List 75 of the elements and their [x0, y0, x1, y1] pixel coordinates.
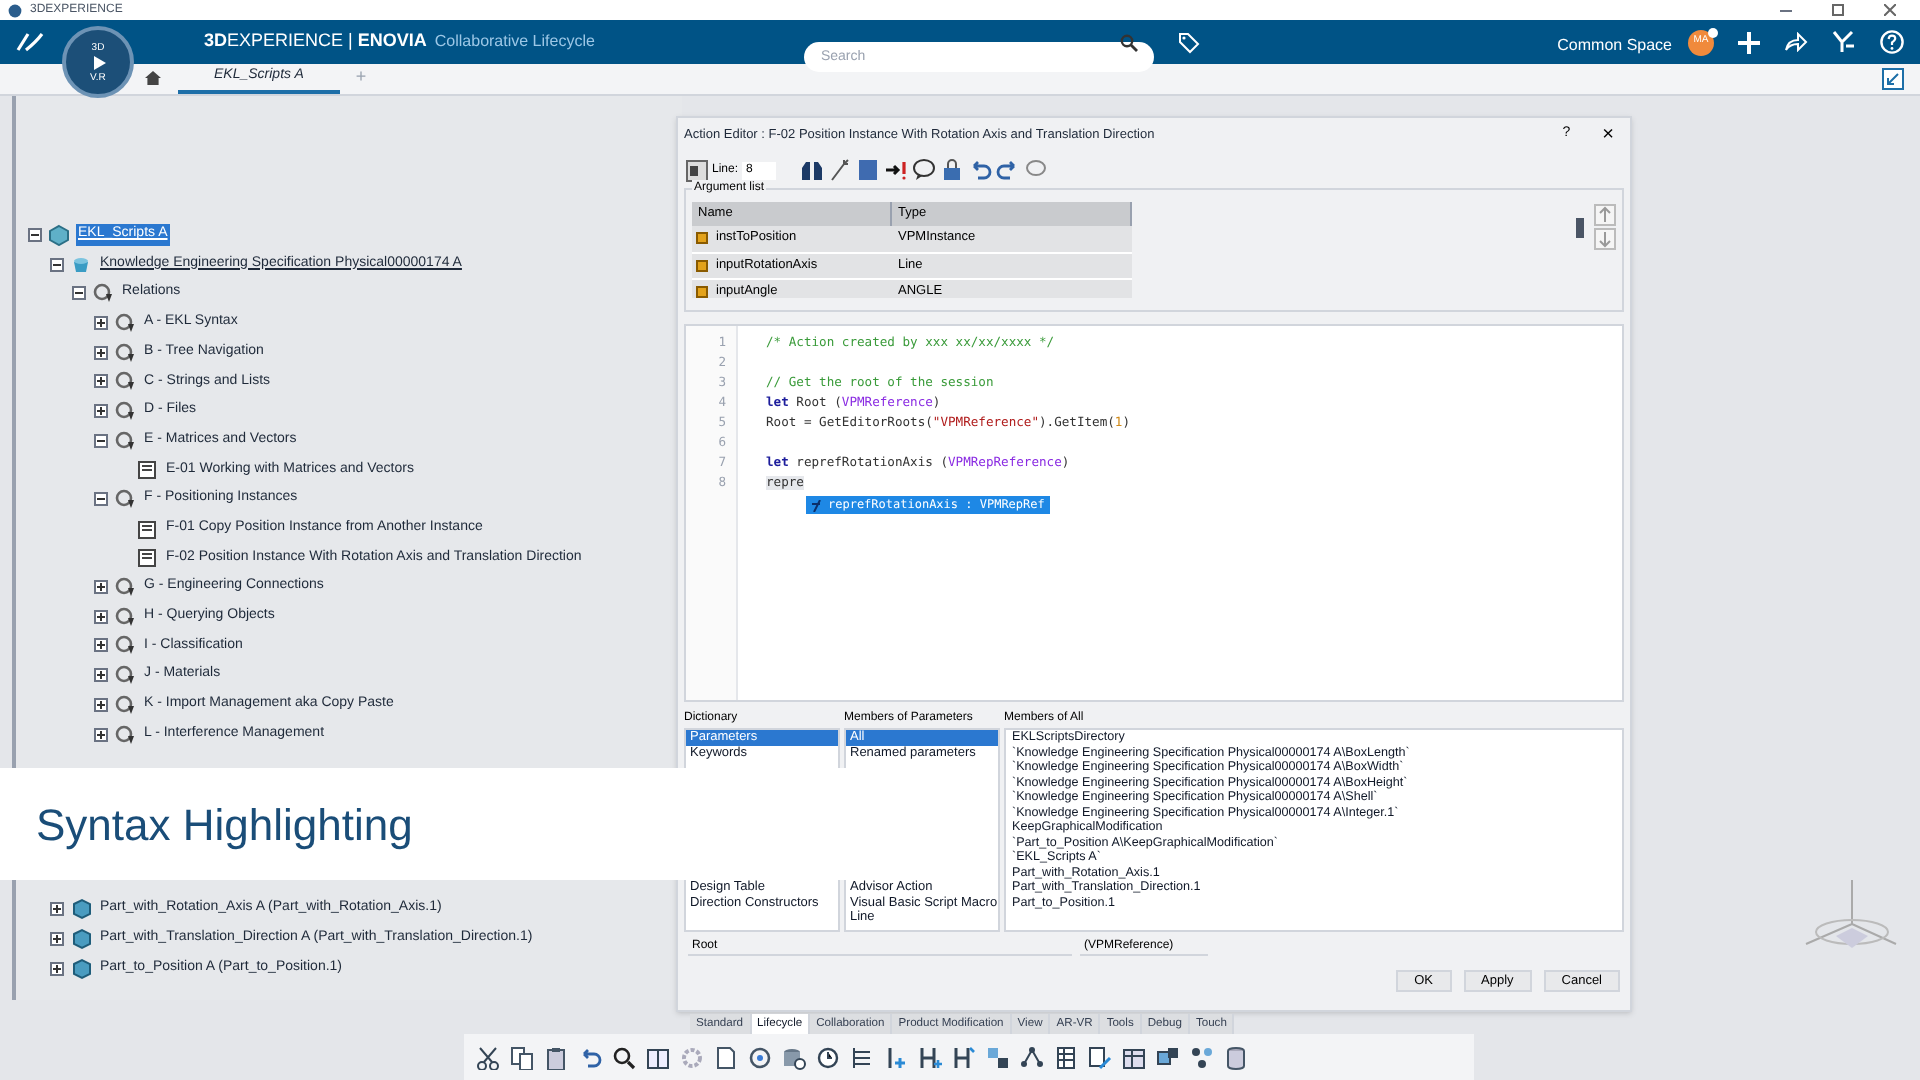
expander-icon[interactable]	[50, 931, 64, 946]
arrow-exclamation-icon[interactable]	[884, 158, 909, 182]
editor-toggle-icon[interactable]	[686, 159, 708, 181]
home-icon[interactable]	[144, 70, 162, 86]
share-icon[interactable]	[1784, 32, 1808, 52]
document-edit-icon[interactable]	[1088, 1045, 1112, 1069]
script-icon	[136, 458, 158, 481]
expander-icon[interactable]	[50, 902, 64, 917]
redo-icon[interactable]	[996, 158, 1021, 182]
zoom-icon[interactable]	[612, 1045, 636, 1069]
space-selector[interactable]: Common Space	[1557, 34, 1672, 58]
expander-icon[interactable]	[50, 961, 64, 976]
tag-icon[interactable]	[1178, 31, 1201, 53]
speech-bubble-icon[interactable]	[912, 158, 937, 182]
expander-icon[interactable]	[94, 609, 108, 624]
book-icon[interactable]	[646, 1045, 670, 1069]
script-icon	[136, 546, 158, 569]
help-icon[interactable]	[1880, 30, 1904, 54]
clipboard-icon[interactable]	[544, 1045, 568, 1069]
undo-icon[interactable]	[578, 1045, 602, 1069]
tools-icon[interactable]	[1832, 30, 1856, 54]
logo-icon[interactable]	[16, 30, 44, 54]
search-icon[interactable]	[1120, 33, 1139, 51]
list-tree-icon[interactable]	[850, 1045, 874, 1069]
expander-icon[interactable]	[50, 257, 64, 272]
play-icon[interactable]	[89, 53, 107, 71]
h-plus-icon[interactable]	[918, 1045, 942, 1069]
wand-icon[interactable]	[828, 158, 853, 182]
clock-icon[interactable]	[816, 1045, 840, 1069]
scissors-icon[interactable]	[476, 1045, 500, 1069]
expander-icon[interactable]	[94, 433, 108, 448]
expander-icon[interactable]	[94, 403, 108, 418]
expander-icon[interactable]	[94, 668, 108, 683]
expander-icon[interactable]	[94, 580, 108, 595]
lock-icon[interactable]	[940, 158, 965, 182]
binoculars-icon[interactable]	[800, 158, 825, 182]
expander-icon[interactable]	[72, 286, 86, 301]
expander-icon[interactable]	[94, 374, 108, 389]
table-icon[interactable]	[1054, 1045, 1078, 1069]
app-name: Collaborative Lifecycle	[434, 30, 595, 54]
expander-icon[interactable]	[28, 227, 42, 242]
database-clock-icon[interactable]	[782, 1045, 806, 1069]
expander-icon[interactable]	[94, 492, 108, 507]
parameter-icon	[696, 286, 708, 298]
expander-icon[interactable]	[94, 697, 108, 712]
parameter-icon	[696, 259, 708, 272]
spreadsheet-icon[interactable]	[1122, 1045, 1146, 1069]
copy-icon[interactable]	[510, 1045, 534, 1069]
cube-icon	[48, 223, 70, 246]
banner-text: Syntax Highlighting	[36, 797, 413, 854]
brand-title: 3DEXPERIENCE | ENOVIA	[204, 28, 427, 55]
move-down-icon[interactable]	[1594, 228, 1616, 250]
collapse-icon[interactable]	[1882, 68, 1904, 90]
members-list[interactable]	[1004, 728, 1624, 932]
close-icon[interactable]	[1884, 4, 1896, 16]
maximize-icon[interactable]	[1832, 4, 1844, 16]
script-icon	[136, 517, 158, 540]
part-icon	[70, 898, 92, 921]
app-icon	[8, 3, 22, 17]
hierarchy-icon[interactable]	[1020, 1045, 1044, 1069]
parameter-icon	[696, 232, 708, 245]
plus-icon[interactable]	[1738, 31, 1760, 53]
expander-icon[interactable]	[94, 727, 108, 742]
part-icon	[70, 927, 92, 950]
move-up-icon[interactable]	[1594, 204, 1616, 226]
expander-icon[interactable]	[94, 638, 108, 653]
part-icon	[70, 957, 92, 980]
minimize-icon[interactable]	[1780, 9, 1792, 11]
page-icon[interactable]	[714, 1045, 738, 1069]
close-button[interactable]: ×	[1602, 120, 1614, 150]
expander-icon[interactable]	[94, 315, 108, 330]
expander-icon[interactable]	[94, 345, 108, 360]
undo-icon[interactable]	[968, 158, 993, 182]
cylinder-icon[interactable]	[1224, 1045, 1248, 1069]
function-icon	[812, 499, 822, 511]
